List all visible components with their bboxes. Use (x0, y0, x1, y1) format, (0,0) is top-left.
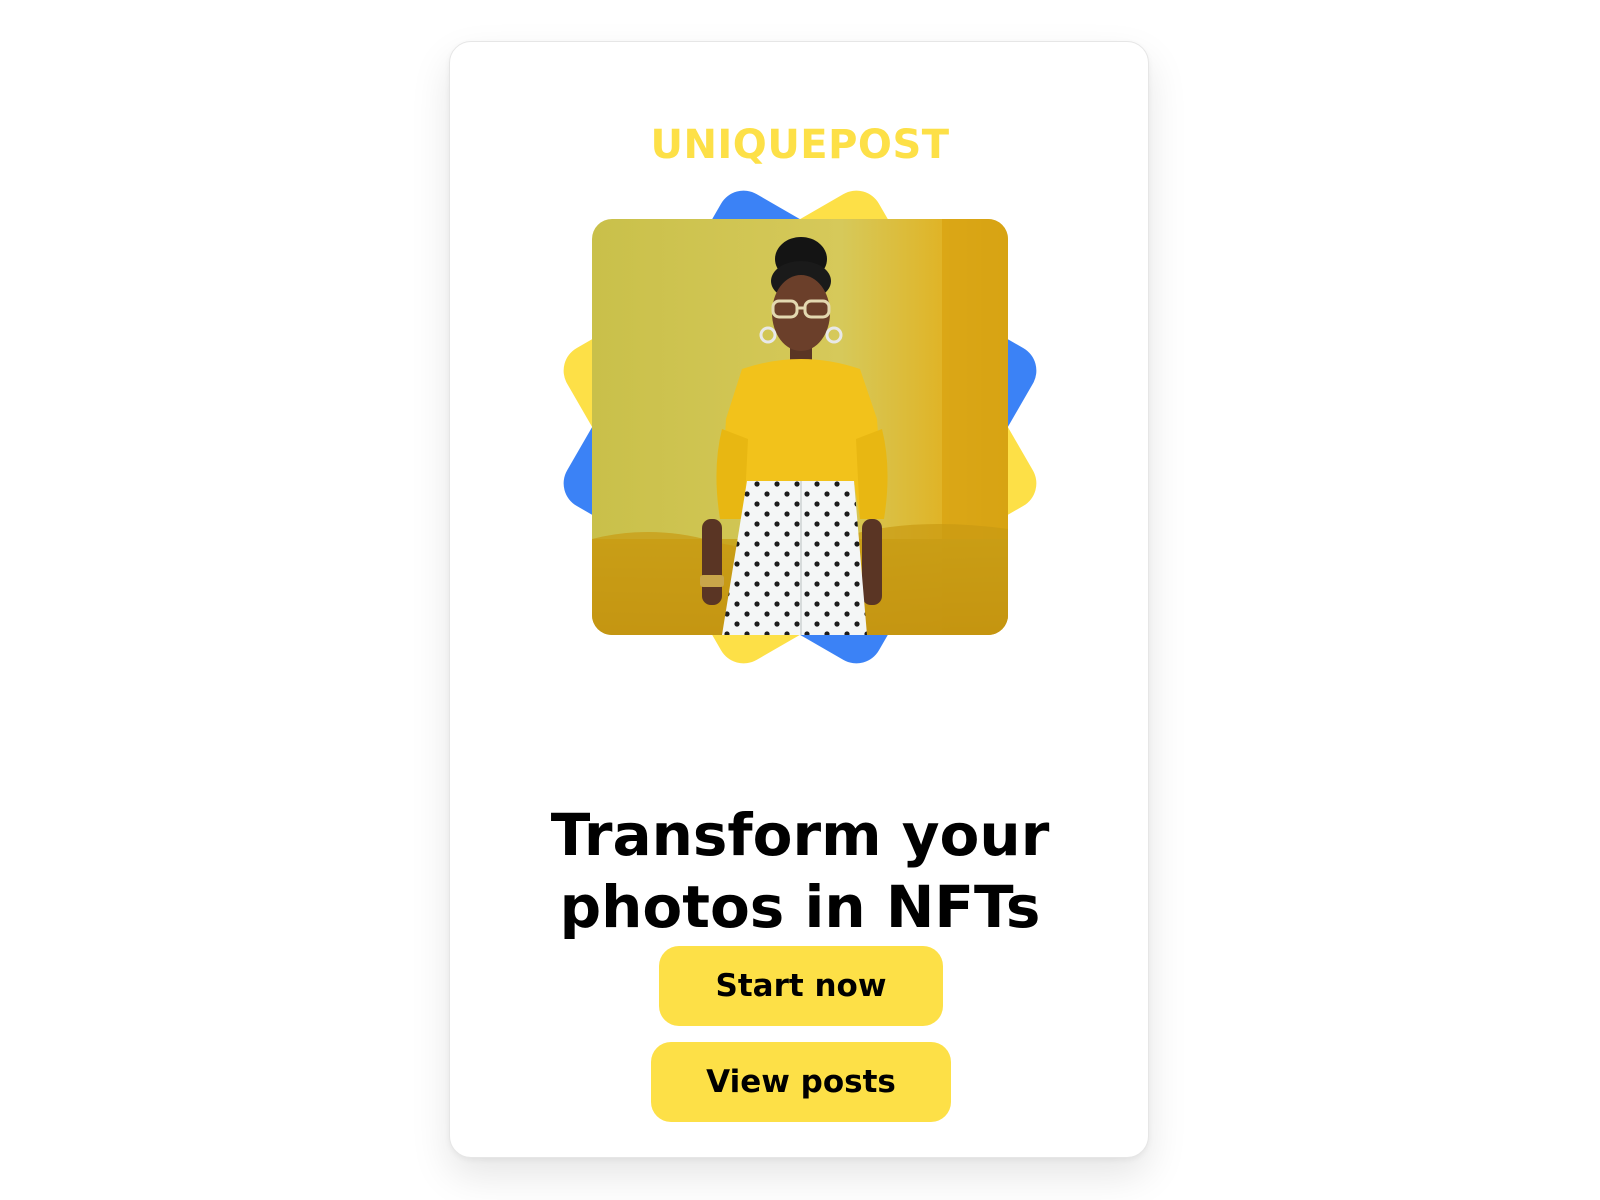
headline: Transform your photos in NFTs (450, 799, 1150, 943)
view-posts-button[interactable]: View posts (651, 1042, 951, 1122)
hero-photo (592, 219, 1008, 635)
headline-line-2: photos in NFTs (559, 873, 1041, 941)
headline-line-1: Transform your (550, 801, 1050, 869)
promo-card: UNIQUEPOST Transform your photos in NFTs… (449, 41, 1149, 1158)
hero-graphic (525, 152, 1075, 702)
start-now-button[interactable]: Start now (659, 946, 943, 1026)
